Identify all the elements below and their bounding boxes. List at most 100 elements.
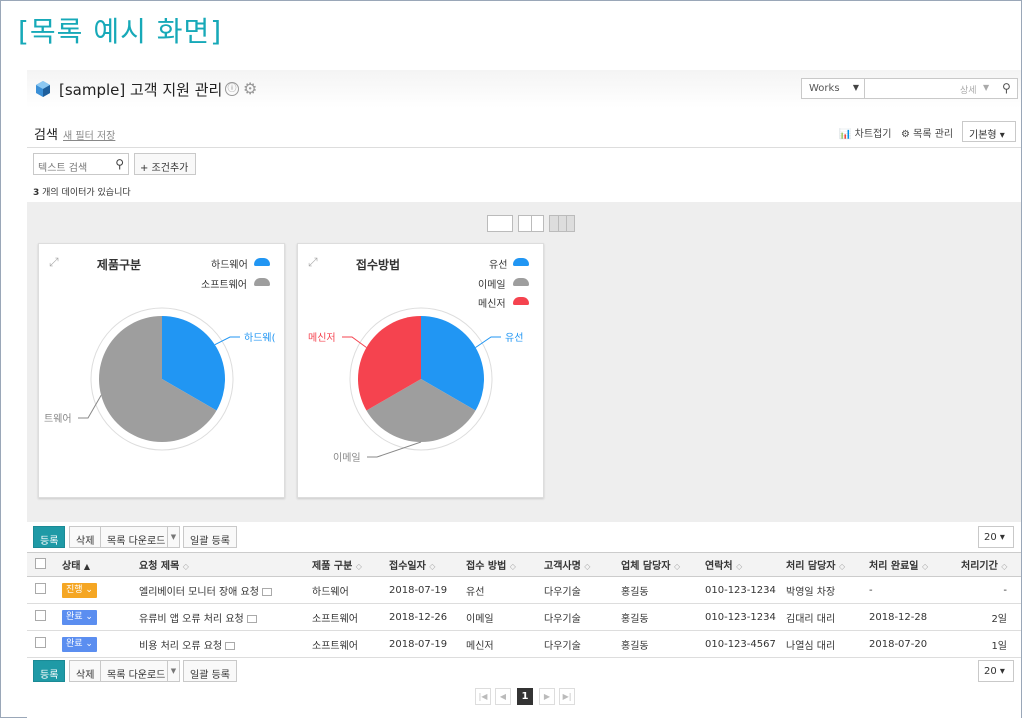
sort-icon: ◇	[1001, 562, 1008, 571]
row-checkbox[interactable]	[35, 637, 46, 648]
method-cell: 메신저	[458, 630, 536, 658]
sort-icon: ◇	[355, 562, 362, 571]
handler-cell: 나열심 대리	[778, 630, 861, 658]
phone-cell: 010-123-1234	[697, 576, 778, 604]
works-select[interactable]: Works ▼	[801, 78, 865, 99]
customer-cell: 다우기술	[536, 576, 613, 604]
layout-one-column-button[interactable]	[487, 215, 513, 232]
page-size-select[interactable]: 20 ▾	[978, 526, 1014, 548]
list-manage-button[interactable]: ⚙ 목록 관리	[901, 125, 953, 140]
date-cell: 2018-12-26	[381, 603, 458, 631]
prev-page-button[interactable]: ◀	[495, 688, 511, 705]
col-header-title[interactable]: 요청 제목 ◇	[131, 552, 304, 577]
done-date-cell: 2018-07-20	[861, 630, 953, 658]
top-search-input[interactable]: 상세 ▼ ⚲	[864, 78, 1018, 99]
top-bar: [sample] 고객 지원 관리 ⓘ ⚙ Works ▼ 상세 ▼ ⚲	[27, 70, 1021, 108]
period-cell: -	[953, 576, 1021, 604]
customer-cell: 다우기술	[536, 630, 613, 658]
caret-down-icon[interactable]: ▼	[167, 661, 179, 681]
col-header-customer[interactable]: 고객사명 ◇	[536, 552, 613, 577]
col-header-handler[interactable]: 처리 담당자 ◇	[778, 552, 861, 577]
sort-icon: ◇	[182, 562, 189, 571]
app-container: [sample] 고객 지원 관리 ⓘ ⚙ Works ▼ 상세 ▼ ⚲ 검색 …	[27, 70, 1021, 718]
sort-icon: ◇	[736, 562, 743, 571]
search-title: 검색	[34, 128, 58, 143]
col-header-method[interactable]: 접수 방법 ◇	[458, 552, 536, 577]
register-button[interactable]: 등록	[33, 526, 66, 548]
col-header-status[interactable]: 상태 ▲	[54, 552, 131, 577]
col-header-vendor-mgr[interactable]: 업체 담당자 ◇	[613, 552, 697, 577]
product-cell: 하드웨어	[304, 576, 381, 604]
top-toolbar: 등록 삭제 목록 다운로드 ▼ 일괄 등록 20 ▾	[27, 526, 1021, 550]
search-icon[interactable]: ⚲	[1002, 81, 1011, 95]
popup-icon[interactable]	[246, 614, 257, 623]
status-badge[interactable]: 진행 ⌄	[62, 582, 97, 598]
search-icon[interactable]: ⚲	[115, 157, 124, 171]
delete-button[interactable]: 삭제	[69, 526, 102, 548]
download-list-button[interactable]: 목록 다운로드 ▼	[100, 660, 180, 682]
add-condition-button[interactable]: + 조건추가	[134, 153, 196, 175]
col-header-phone[interactable]: 연락처 ◇	[697, 552, 778, 577]
last-page-button[interactable]: ▶|	[559, 688, 575, 705]
text-search-input[interactable]: 텍스트 검색 ⚲	[33, 153, 129, 175]
title-cell[interactable]: 비용 처리 오류 요청	[131, 630, 304, 658]
slice-label: 이메일	[333, 452, 361, 464]
period-cell: 1일	[953, 630, 1021, 658]
vendor-mgr-cell: 홍길동	[613, 576, 697, 604]
settings-gear-icon[interactable]: ⚙	[243, 79, 257, 98]
search-detail-label[interactable]: 상세	[960, 83, 977, 96]
gear-icon: ⚙	[901, 129, 910, 140]
result-count: 3 개의 데이터가 있습니다	[33, 185, 131, 198]
layout-three-column-button[interactable]	[549, 215, 575, 232]
request-title[interactable]: 엘리베이터 모니터 장애 요청	[139, 587, 259, 598]
sort-asc-icon: ▲	[83, 562, 91, 571]
table-row[interactable]: 진행 ⌄ 엘리베이터 모니터 장애 요청 하드웨어 2018-07-19 유선 …	[27, 576, 1021, 604]
popup-icon[interactable]	[225, 641, 236, 650]
save-filter-link[interactable]: 새 필터 저장	[63, 127, 115, 142]
title-cell[interactable]: 유류비 앱 오류 처리 요청	[131, 603, 304, 631]
delete-button[interactable]: 삭제	[69, 660, 102, 682]
popup-icon[interactable]	[261, 587, 272, 596]
slice-label: 메신저	[308, 332, 336, 344]
bulk-register-button[interactable]: 일괄 등록	[183, 526, 237, 548]
phone-cell: 010-123-1234	[697, 603, 778, 631]
table-header-row: 상태 ▲ 요청 제목 ◇ 제품 구분 ◇ 접수일자 ◇ 접수 방법 ◇ 고객사명…	[27, 552, 1021, 577]
date-cell: 2018-07-19	[381, 576, 458, 604]
chart-collapse-button[interactable]: 📊 차트접기	[839, 125, 891, 140]
chart-icon: 📊	[839, 129, 852, 140]
customer-cell: 다우기술	[536, 603, 613, 631]
col-header-done-date[interactable]: 처리 완료일 ◇	[861, 552, 953, 577]
page-size-select[interactable]: 20 ▾	[978, 660, 1014, 682]
caret-down-icon[interactable]: ▼	[983, 83, 989, 92]
download-list-button[interactable]: 목록 다운로드 ▼	[100, 526, 180, 548]
bulk-register-button[interactable]: 일괄 등록	[183, 660, 237, 682]
col-header-period[interactable]: 처리기간 ◇	[953, 552, 1021, 577]
row-checkbox[interactable]	[35, 583, 46, 594]
download-list-label: 목록 다운로드	[107, 536, 166, 547]
register-button[interactable]: 등록	[33, 660, 66, 682]
caret-down-icon[interactable]: ▼	[167, 527, 179, 547]
layout-two-column-button[interactable]	[518, 215, 544, 232]
handler-cell: 김대리 대리	[778, 603, 861, 631]
table-row[interactable]: 완료 ⌄ 비용 처리 오류 요청 소프트웨어 2018-07-19 메신저 다우…	[27, 630, 1021, 658]
status-badge[interactable]: 완료 ⌄	[62, 636, 97, 652]
title-cell[interactable]: 엘리베이터 모니터 장애 요청	[131, 576, 304, 604]
request-title[interactable]: 유류비 앱 오류 처리 요청	[139, 614, 244, 625]
text-search-placeholder: 텍스트 검색	[38, 163, 88, 174]
product-cell: 소프트웨어	[304, 603, 381, 631]
select-all-checkbox[interactable]	[35, 557, 46, 569]
chart-card-method: ⤢ 접수방법 유선 이메일 메신저 유선 이메일 메신저	[297, 243, 544, 498]
col-header-date[interactable]: 접수일자 ◇	[381, 552, 458, 577]
info-icon[interactable]: ⓘ	[225, 82, 239, 96]
first-page-button[interactable]: |◀	[475, 688, 491, 705]
table-row[interactable]: 완료 ⌄ 유류비 앱 오류 처리 요청 소프트웨어 2018-12-26 이메일…	[27, 603, 1021, 631]
status-badge[interactable]: 완료 ⌄	[62, 609, 97, 625]
request-title[interactable]: 비용 처리 오류 요청	[139, 641, 222, 652]
vendor-mgr-cell: 홍길동	[613, 603, 697, 631]
page-1-button[interactable]: 1	[517, 688, 533, 705]
col-header-product[interactable]: 제품 구분 ◇	[304, 552, 381, 577]
view-mode-select[interactable]: 기본형 ▾	[962, 121, 1016, 142]
row-checkbox[interactable]	[35, 610, 46, 621]
chart-collapse-label: 차트접기	[854, 129, 892, 140]
next-page-button[interactable]: ▶	[539, 688, 555, 705]
